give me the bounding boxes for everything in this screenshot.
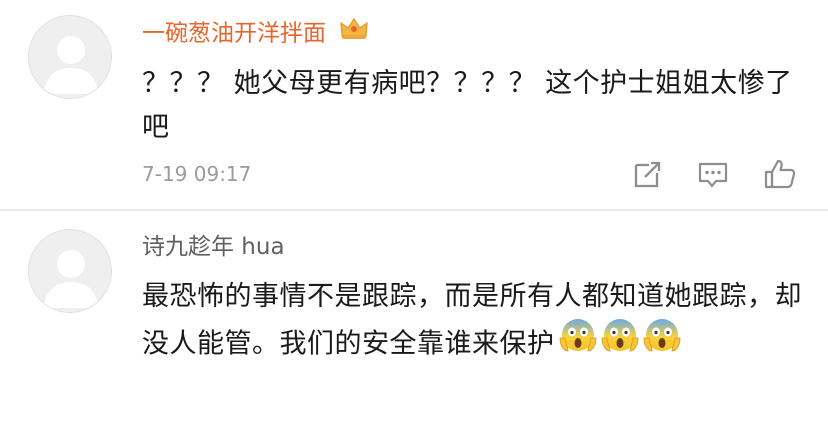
username[interactable]: 一碗葱油开洋拌面 [142,16,369,50]
comment-item: 一碗葱油开洋拌面 ？？？ 她父母更有病吧？？？？ 这个护士姐姐太惨了吧 7-19… [0,0,828,211]
reply-icon[interactable] [695,156,731,192]
username-text[interactable]: 一碗葱油开洋拌面 [142,21,326,47]
avatar[interactable] [28,229,112,313]
comment-text: ？？？ 她父母更有病吧？？？？ 这个护士姐姐太惨了吧 [142,68,793,143]
like-icon[interactable] [762,156,798,192]
default-avatar-icon [43,250,99,308]
comment-text-content: 最恐怖的事情不是跟踪，而是所有人都知道她跟踪，却没人能管。我们的安全靠谁来保护 [142,281,802,360]
comment-text: 最恐怖的事情不是跟踪，而是所有人都知道她跟踪，却没人能管。我们的安全靠谁来保护 [142,275,802,371]
divider [0,209,828,211]
scream-emoji [601,316,639,368]
scream-emoji [643,316,681,368]
username[interactable]: 诗九趁年 hua [142,232,285,262]
default-avatar-icon [43,36,99,94]
avatar[interactable] [28,15,112,99]
crown-icon [339,16,369,48]
comment-item: 诗九趁年 hua 最恐怖的事情不是跟踪，而是所有人都知道她跟踪，却没人能管。我们… [0,212,828,422]
scream-emoji [559,316,597,368]
share-icon[interactable] [630,156,666,192]
timestamp: 7-19 09:17 [142,162,252,186]
